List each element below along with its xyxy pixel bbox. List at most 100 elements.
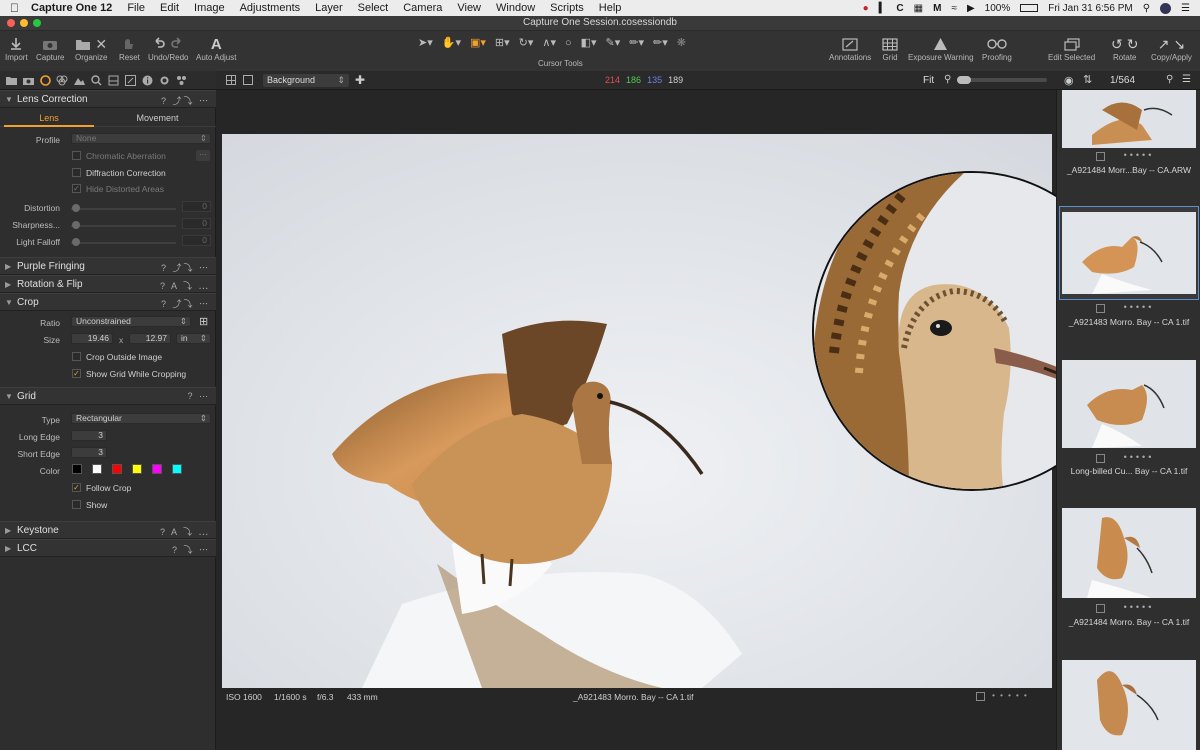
eye-icon[interactable]: ◉ bbox=[1064, 74, 1074, 87]
zoom-slider-knob[interactable] bbox=[957, 76, 971, 84]
metadata-tab-icon[interactable] bbox=[141, 74, 153, 86]
viewer-rating-dots[interactable]: ••••• bbox=[992, 690, 1032, 700]
spotlight-icon[interactable]: ⚲ bbox=[1143, 3, 1150, 14]
film-icon[interactable]: ▦ bbox=[914, 3, 923, 14]
apple-menu-icon[interactable]:  bbox=[10, 1, 19, 15]
unit-select[interactable]: in ⇕ bbox=[176, 333, 211, 344]
tab-lens[interactable]: Lens bbox=[4, 110, 94, 127]
battery-icon[interactable] bbox=[1020, 4, 1039, 12]
menu-scripts[interactable]: Scripts bbox=[550, 2, 584, 14]
menu-select[interactable]: Select bbox=[358, 2, 389, 14]
crop-ratio-icon[interactable]: ⊞ bbox=[199, 315, 208, 328]
keystone-tool-icon[interactable]: ∧▾ bbox=[542, 36, 556, 49]
menu-image[interactable]: Image bbox=[194, 2, 225, 14]
clock[interactable]: Fri Jan 31 6:56 PM bbox=[1048, 3, 1132, 14]
exposure-tab-icon[interactable] bbox=[73, 74, 85, 86]
menu-help[interactable]: Help bbox=[599, 2, 622, 14]
annotations-button[interactable]: Annotations bbox=[829, 35, 871, 62]
color-swatch-1[interactable] bbox=[72, 464, 82, 474]
tool-actions-icon[interactable]: ? ⤴⤵ ⋯ bbox=[161, 297, 210, 310]
color-swatch-2[interactable] bbox=[92, 464, 102, 474]
details-tab-icon[interactable] bbox=[90, 74, 102, 86]
sharpness-value[interactable]: 0 bbox=[182, 218, 211, 229]
menu-camera[interactable]: Camera bbox=[403, 2, 442, 14]
keystone-header[interactable]: ▶ Keystone ? A ⤵ ⋯ bbox=[0, 521, 216, 539]
multi-view-icon[interactable] bbox=[226, 75, 236, 85]
color-swatch-4[interactable] bbox=[132, 464, 142, 474]
status-red-icon[interactable]: ● bbox=[863, 3, 869, 14]
rotate-button[interactable]: ↺ ↻ Rotate bbox=[1111, 35, 1138, 63]
c-icon[interactable]: C bbox=[896, 3, 903, 14]
expand-triangle-icon[interactable]: ▶ bbox=[5, 526, 11, 535]
tool-actions-icon[interactable]: ? ⤵ ⋯ bbox=[172, 543, 210, 556]
menu-edit[interactable]: Edit bbox=[160, 2, 179, 14]
local-adj-tab-icon[interactable] bbox=[107, 74, 119, 86]
light-falloff-knob[interactable] bbox=[72, 238, 80, 246]
menu-app[interactable]: Capture One 12 bbox=[31, 2, 112, 14]
lens-tab-icon[interactable] bbox=[39, 74, 51, 86]
edit-selected-button[interactable]: Edit Selected bbox=[1048, 35, 1095, 62]
crop-icon[interactable]: ⊞▾ bbox=[495, 36, 510, 49]
expand-triangle-icon[interactable]: ▶ bbox=[5, 544, 11, 553]
thumbnail-2-rating[interactable]: ••••• bbox=[1057, 302, 1200, 312]
menu-file[interactable]: File bbox=[127, 2, 145, 14]
rotation-flip-header[interactable]: ▶ Rotation & Flip ? A ⤵ ⋯ bbox=[0, 275, 216, 293]
sharpness-slider[interactable] bbox=[71, 225, 176, 227]
distortion-value[interactable]: 0 bbox=[182, 201, 211, 212]
chromatic-checkbox[interactable] bbox=[72, 151, 81, 160]
crop-outside-checkbox[interactable] bbox=[72, 352, 81, 361]
thumbnail-3[interactable] bbox=[1062, 360, 1196, 448]
grid-type-select[interactable]: Rectangular ⇕ bbox=[71, 413, 211, 424]
follow-crop-checkbox[interactable]: ✓ bbox=[72, 483, 81, 492]
tool-actions-icon[interactable]: ? A ⤵ ⋯ bbox=[160, 279, 210, 292]
output-tab-icon[interactable] bbox=[158, 74, 170, 86]
pan-hand-icon[interactable]: ✋▾ bbox=[442, 36, 461, 49]
sharpness-knob[interactable] bbox=[72, 221, 80, 229]
thumbnail-4-rating[interactable]: ••••• bbox=[1057, 602, 1200, 612]
collapse-triangle-icon[interactable]: ▼ bbox=[5, 298, 13, 307]
brush-icon[interactable]: ✎▾ bbox=[606, 36, 621, 49]
thumbnail-1[interactable] bbox=[1062, 90, 1196, 148]
tool-actions-icon[interactable]: ? ⋯ bbox=[187, 391, 210, 402]
color-tab-icon[interactable] bbox=[56, 74, 68, 86]
show-grid-cropping-checkbox[interactable]: ✓ bbox=[72, 369, 81, 378]
crop-header[interactable]: ▼ Crop ? ⤴⤵ ⋯ bbox=[0, 293, 216, 311]
light-falloff-value[interactable]: 0 bbox=[182, 235, 211, 246]
thumbnail-4[interactable] bbox=[1062, 508, 1196, 598]
diffraction-checkbox[interactable] bbox=[72, 168, 81, 177]
thumbnail-3-rating[interactable]: ••••• bbox=[1057, 452, 1200, 462]
add-variant-icon[interactable]: ✚ bbox=[355, 73, 365, 87]
annotate-pen-icon[interactable]: ✏▾ bbox=[629, 36, 644, 49]
single-view-icon[interactable] bbox=[243, 75, 253, 85]
spot-removal-icon[interactable]: ○ bbox=[565, 37, 572, 49]
adjustments-tab-icon[interactable] bbox=[124, 74, 136, 86]
auto-adjust-button[interactable]: A Auto Adjust bbox=[196, 35, 236, 63]
thumbnail-2[interactable] bbox=[1062, 212, 1196, 294]
chromatic-more-button[interactable]: ⋯ bbox=[196, 150, 210, 161]
eraser-icon[interactable]: ✏▾ bbox=[653, 36, 668, 49]
viewer-select-checkbox[interactable] bbox=[976, 692, 985, 701]
short-edge-field[interactable]: 3 bbox=[71, 447, 107, 458]
grid-header[interactable]: ▼ Grid ? ⋯ bbox=[0, 387, 216, 405]
purple-fringing-header[interactable]: ▶ Purple Fringing ? ⤴⤵ ⋯ bbox=[0, 257, 216, 275]
expand-triangle-icon[interactable]: ▶ bbox=[5, 280, 11, 289]
color-picker-icon[interactable]: ◧▾ bbox=[581, 36, 597, 49]
color-swatch-6[interactable] bbox=[172, 464, 182, 474]
import-button[interactable]: Import bbox=[5, 35, 28, 62]
list-icon[interactable]: ☰ bbox=[1181, 3, 1190, 14]
wifi-icon[interactable]: ≈ bbox=[951, 3, 957, 14]
background-select[interactable]: Background ⇕ bbox=[263, 74, 349, 87]
thumbnail-5[interactable] bbox=[1062, 660, 1196, 750]
expand-triangle-icon[interactable]: ▶ bbox=[5, 262, 11, 271]
capture-tab-icon[interactable] bbox=[22, 74, 34, 86]
zoom-search-icon[interactable]: ⚲ bbox=[944, 74, 951, 85]
browser-search-icon[interactable]: ⚲ bbox=[1166, 74, 1173, 85]
color-swatch-3[interactable] bbox=[112, 464, 122, 474]
undo-redo-button[interactable]: Undo/Redo bbox=[148, 35, 188, 62]
library-tab-icon[interactable] bbox=[5, 74, 17, 86]
copy-apply-button[interactable]: ↗ ↘ Copy/Apply bbox=[1151, 35, 1192, 63]
crop-height-field[interactable]: 12.97 bbox=[129, 333, 171, 344]
zoom-slider[interactable] bbox=[957, 76, 1047, 84]
bars-icon[interactable]: ▍ bbox=[879, 3, 887, 14]
light-falloff-slider[interactable] bbox=[71, 242, 176, 244]
